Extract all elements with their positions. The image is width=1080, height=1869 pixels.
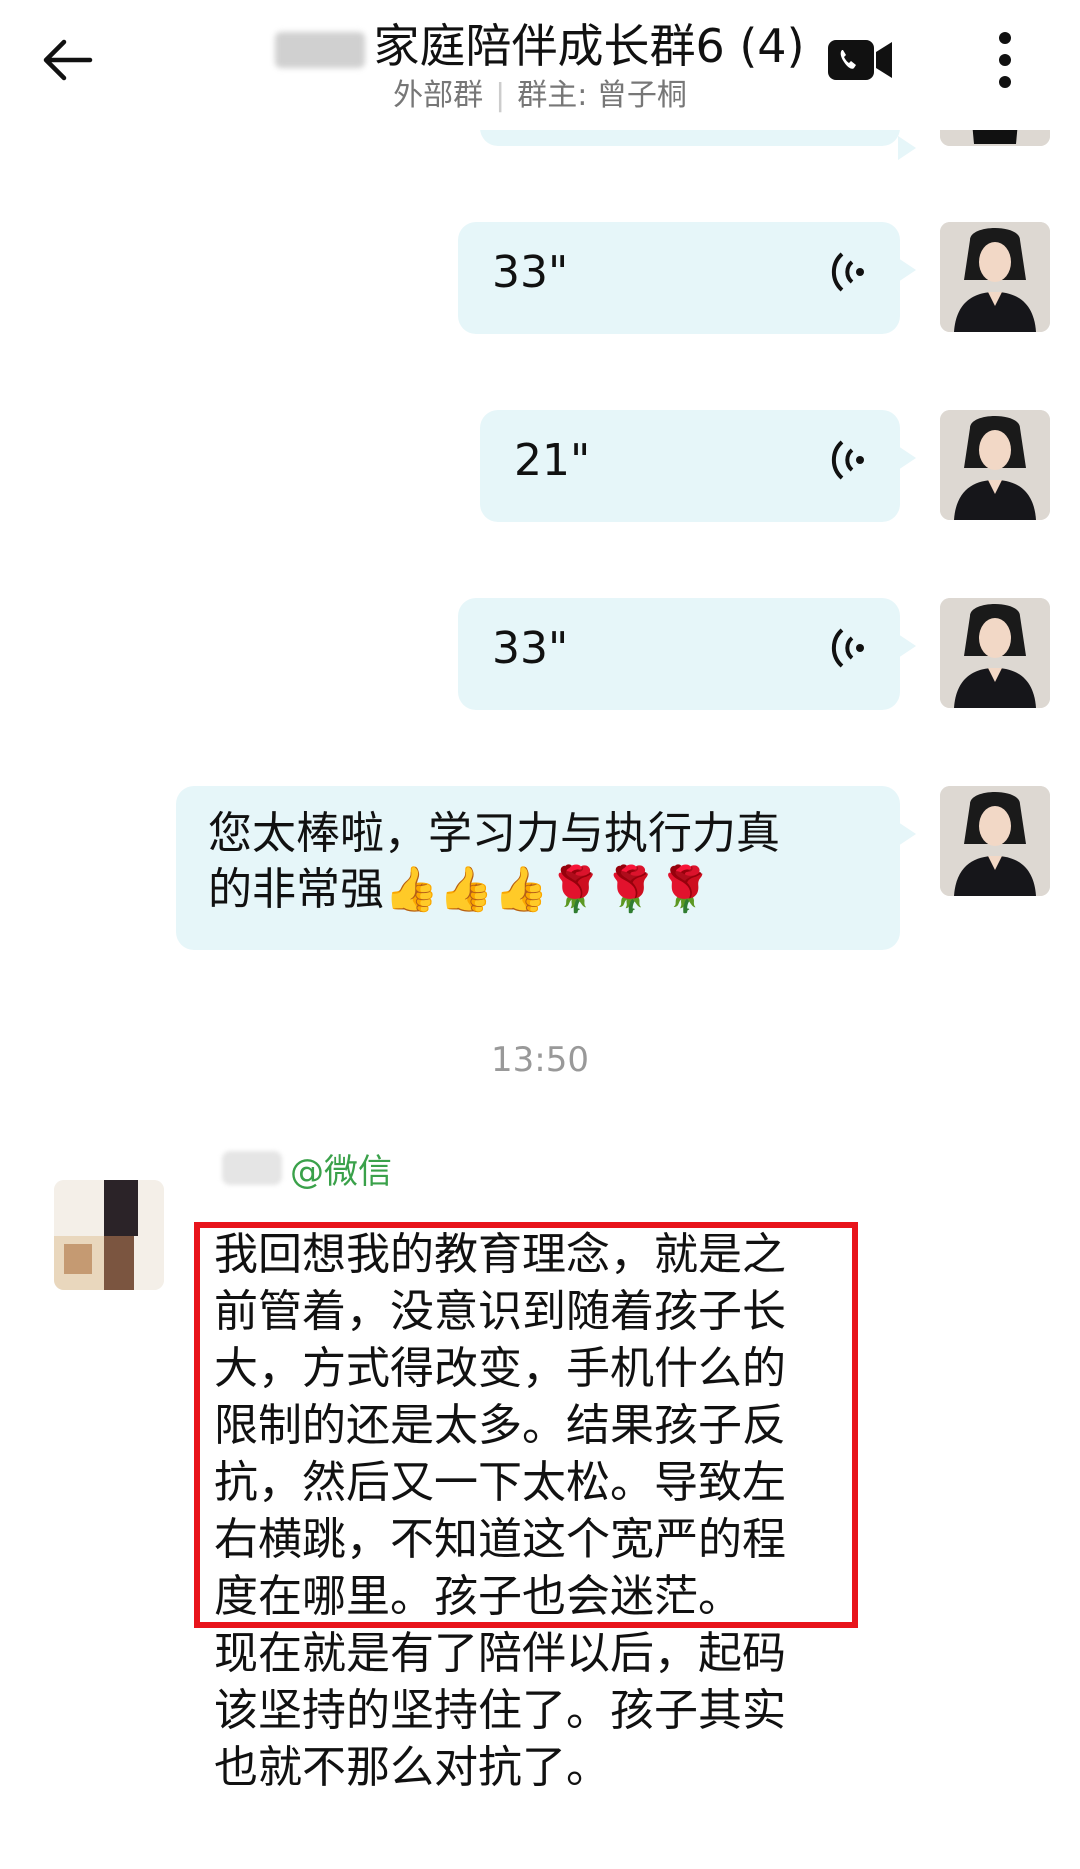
voice-duration: 21" (514, 435, 591, 486)
message-line: 也就不那么对抗了。 (214, 1742, 610, 1793)
message-text: 您太棒啦，学习力与执行力真 的非常强👍👍👍🌹🌹🌹 (208, 806, 864, 918)
sender-avatar[interactable] (940, 410, 1050, 520)
voice-duration: 33" (492, 623, 569, 674)
redacted-text (275, 31, 366, 68)
text-message[interactable]: 您太棒啦，学习力与执行力真 的非常强👍👍👍🌹🌹🌹 (176, 786, 916, 950)
voice-duration: 33" (492, 247, 569, 298)
voice-message[interactable]: 33" (458, 222, 916, 334)
red-highlight-box (194, 1222, 858, 1628)
person-photo (940, 222, 1050, 332)
message-line: 的非常强 (208, 864, 384, 915)
message-line: 现在就是有了陪伴以后，起码 (214, 1628, 786, 1679)
incoming-sender-avatar[interactable] (54, 1180, 164, 1290)
sender-avatar[interactable] (940, 786, 1050, 896)
divider: | (495, 78, 506, 113)
person-photo (940, 786, 1050, 896)
mosaic-avatar-image (54, 1180, 164, 1290)
message-timestamp: 13:50 (491, 1040, 589, 1080)
chat-title: 家庭陪伴成长群6 (4) (0, 16, 1080, 76)
redacted-text (222, 1151, 282, 1185)
sender-avatar[interactable] (940, 222, 1050, 332)
person-photo (940, 598, 1050, 708)
voice-message[interactable]: 33" (458, 598, 916, 710)
sender-source-label: @微信 (290, 1151, 392, 1192)
more-vert-icon (999, 32, 1011, 88)
more-button[interactable] (985, 28, 1025, 92)
voice-wave-icon (831, 252, 864, 292)
message-line: 您太棒啦，学习力与执行力真 (208, 808, 780, 859)
emoji-sequence: 👍👍👍🌹🌹🌹 (384, 864, 713, 915)
chat-header: 家庭陪伴成长群6 (4) 外部群 | 群主: 曾子桐 (0, 0, 1080, 130)
chat-subtitle: 外部群 | 群主: 曾子桐 (0, 76, 1080, 116)
voice-wave-icon (831, 628, 864, 668)
video-call-button[interactable] (826, 30, 896, 90)
voice-wave-icon (831, 440, 864, 480)
sender-name: @微信 (222, 1146, 392, 1192)
message-line: 该坚持的坚持住了。孩子其实 (214, 1685, 786, 1736)
voice-message[interactable]: 21" (480, 410, 916, 522)
group-type-label: 外部群 (393, 78, 484, 113)
person-photo (940, 410, 1050, 520)
group-owner-label: 群主: 曾子桐 (517, 78, 687, 113)
sender-avatar[interactable] (940, 598, 1050, 708)
video-call-icon (828, 40, 892, 80)
